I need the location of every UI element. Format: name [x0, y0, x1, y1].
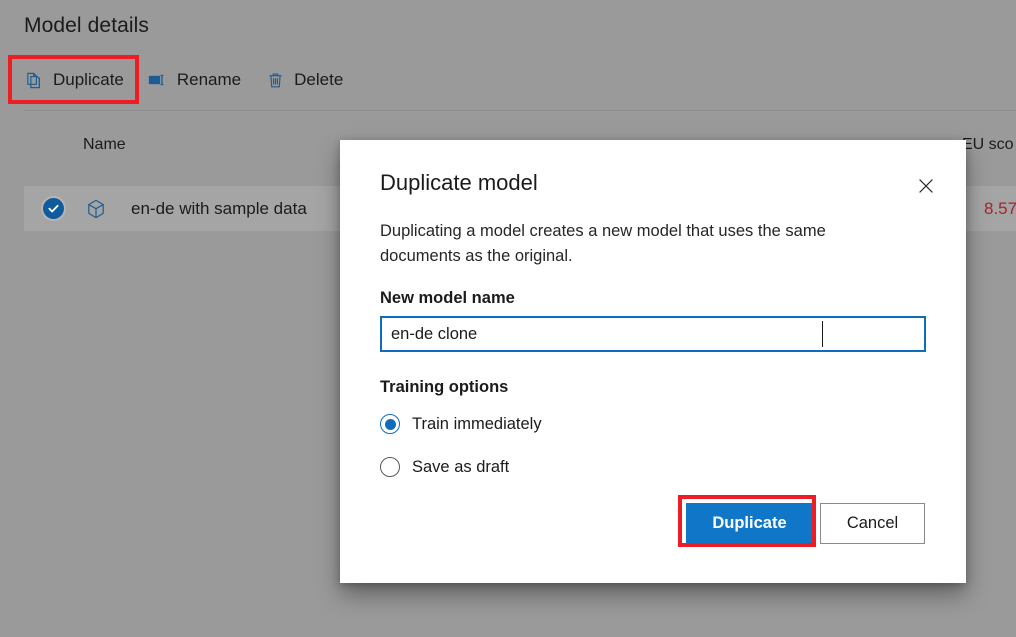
- radio-selected-icon: [380, 414, 400, 434]
- duplicate-confirm-button[interactable]: Duplicate: [686, 503, 813, 544]
- dialog-description: Duplicating a model creates a new model …: [380, 219, 860, 269]
- page-background: Model details Duplicate: [0, 0, 1016, 637]
- radio-train-immediately[interactable]: Train immediately: [380, 414, 542, 434]
- table-cell-name: en-de with sample data: [131, 199, 307, 219]
- table-cell-bleu-score: 8.57: [984, 199, 1016, 219]
- duplicate-icon: [24, 70, 44, 90]
- delete-command-button[interactable]: Delete: [253, 58, 355, 102]
- radio-save-as-draft-label: Save as draft: [412, 458, 509, 477]
- delete-command-label: Delete: [294, 70, 343, 90]
- rename-command-label: Rename: [177, 70, 241, 90]
- close-icon[interactable]: [910, 170, 942, 202]
- radio-unselected-icon: [380, 457, 400, 477]
- rename-command-button[interactable]: Rename: [136, 58, 253, 102]
- dialog-title: Duplicate model: [380, 170, 538, 196]
- rename-icon: [148, 70, 168, 90]
- check-circle-icon[interactable]: [43, 198, 64, 219]
- duplicate-command-label: Duplicate: [53, 70, 124, 90]
- cancel-button[interactable]: Cancel: [820, 503, 925, 544]
- new-model-name-input[interactable]: [380, 316, 926, 352]
- command-bar: Duplicate Rename Delete: [12, 58, 355, 102]
- model-package-icon: [85, 198, 107, 220]
- column-header-name[interactable]: Name: [83, 136, 126, 154]
- column-header-bleu-score[interactable]: EU sco: [962, 136, 1014, 154]
- radio-save-as-draft[interactable]: Save as draft: [380, 457, 509, 477]
- duplicate-command-button[interactable]: Duplicate: [12, 58, 136, 102]
- toolbar-divider: [24, 110, 1016, 111]
- new-model-name-label: New model name: [380, 289, 515, 308]
- text-cursor: [822, 321, 823, 347]
- page-title: Model details: [24, 14, 149, 38]
- trash-icon: [265, 70, 285, 90]
- radio-train-immediately-label: Train immediately: [412, 415, 542, 434]
- duplicate-model-dialog: Duplicate model Duplicating a model crea…: [340, 140, 966, 583]
- training-options-label: Training options: [380, 378, 508, 397]
